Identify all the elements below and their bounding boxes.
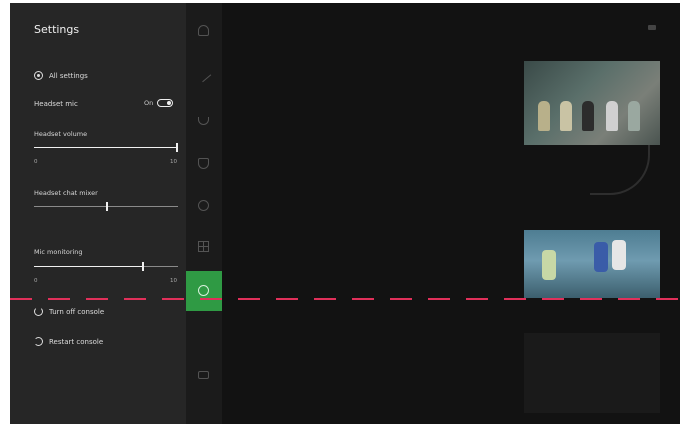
trophy-icon[interactable]: [198, 117, 209, 125]
card-figure: [612, 240, 626, 270]
mic-monitoring-max: 10: [170, 278, 177, 284]
slider-fill: [34, 206, 106, 207]
gear-icon: [198, 285, 209, 296]
turn-off-console-item[interactable]: Turn off console: [34, 307, 104, 316]
featured-card-1[interactable]: [524, 61, 660, 145]
headset-volume-label: Headset volume: [34, 130, 88, 138]
headset-mic-toggle[interactable]: On: [144, 99, 174, 107]
headset-volume-max: 10: [170, 159, 177, 165]
all-settings-label: All settings: [49, 71, 88, 80]
turn-off-label: Turn off console: [49, 307, 105, 316]
toggle-state-label: On: [144, 99, 154, 107]
toggle-knob: [167, 100, 172, 105]
all-settings-item[interactable]: All settings: [34, 71, 88, 80]
slider-fill: [34, 147, 178, 148]
card-figure: [582, 101, 594, 131]
search-icon[interactable]: [198, 200, 209, 211]
toggle-switch: [157, 99, 174, 107]
restart-label: Restart console: [49, 337, 104, 346]
shield-icon[interactable]: [198, 158, 209, 169]
card-figure: [542, 250, 556, 280]
card-figure: [594, 242, 608, 272]
restart-icon: [34, 337, 43, 346]
card-figure: [628, 101, 640, 131]
dashed-guide-line: [10, 298, 680, 300]
person-icon[interactable]: [198, 25, 209, 36]
mic-monitoring-min: 0: [34, 278, 38, 284]
pen-icon[interactable]: [195, 66, 212, 83]
card-figure: [560, 101, 572, 131]
headset-mic-label: Headset mic: [34, 100, 78, 108]
featured-card-2[interactable]: [524, 230, 660, 298]
slider-fill: [34, 266, 142, 267]
headset-volume-slider[interactable]: [34, 143, 178, 152]
guide-rail: [186, 3, 222, 424]
mic-monitoring-label: Mic monitoring: [34, 248, 83, 256]
panel-title: Settings: [34, 23, 80, 36]
restart-console-item[interactable]: Restart console: [34, 337, 103, 346]
profile-indicator: [648, 25, 660, 30]
tv-icon[interactable]: [198, 371, 209, 379]
settings-panel: Settings All settings Headset mic On Hea…: [10, 3, 186, 424]
info-tile[interactable]: [524, 333, 660, 413]
mic-monitoring-slider[interactable]: [34, 262, 178, 271]
slider-thumb[interactable]: [176, 143, 178, 152]
slider-thumb[interactable]: [106, 202, 108, 211]
gear-icon: [34, 71, 43, 80]
headset-chat-mixer-label: Headset chat mixer: [34, 189, 98, 197]
rail-item-settings[interactable]: [186, 271, 222, 311]
console-screen: Settings All settings Headset mic On Hea…: [10, 3, 680, 424]
headset-chat-mixer-slider[interactable]: [34, 202, 178, 211]
card-figure: [606, 101, 618, 131]
store-icon[interactable]: [198, 241, 209, 252]
slider-thumb[interactable]: [142, 262, 144, 271]
profile-icon: [648, 25, 656, 30]
power-icon: [34, 307, 43, 316]
headset-volume-min: 0: [34, 159, 38, 165]
card-figure: [538, 101, 550, 131]
